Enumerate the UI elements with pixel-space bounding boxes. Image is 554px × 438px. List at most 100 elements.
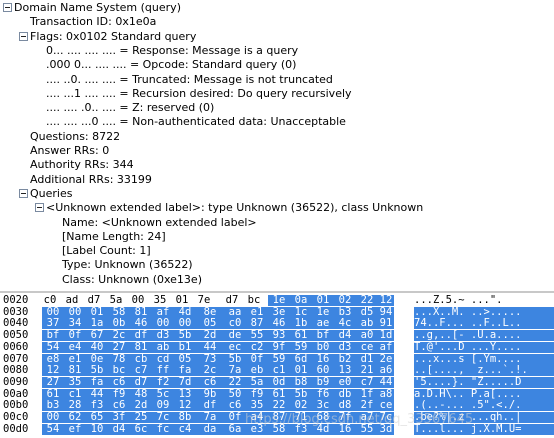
hex-ascii[interactable]: ...x...s [.Ym.... — [414, 353, 554, 365]
hex-byte[interactable]: 2d — [130, 400, 152, 412]
hex-ascii[interactable]: ..[...., z...`.!. — [414, 365, 554, 377]
hex-byte[interactable]: 87 — [246, 318, 268, 330]
hex-row[interactable]: 00a0 61 c1 44 f9 48 5c 13 9b 50 f9 61 5b f6 db 1f a8 a.D.… — [0, 388, 554, 400]
hex-byte[interactable]: 44 — [378, 376, 394, 388]
hex-byte[interactable]: b2 — [334, 353, 356, 365]
hex-byte[interactable]: 1b — [290, 318, 312, 330]
hex-ascii[interactable]: ...Z.5.~ ...". — [414, 295, 554, 306]
hex-byte[interactable]: bc — [246, 295, 262, 306]
hex-ascii[interactable]: .(..-... .5".<./. — [414, 400, 554, 412]
hex-byte[interactable]: 09 — [152, 400, 174, 412]
hex-byte[interactable]: eb — [246, 365, 268, 377]
hex-byte[interactable]: d7 — [86, 295, 102, 306]
hex-byte[interactable]: 3f — [108, 412, 130, 423]
hex-byte[interactable]: 35 — [246, 400, 268, 412]
hex-ascii[interactable]: ...X..M. ..>..... — [414, 306, 554, 318]
hex-byte[interactable]: 7d — [174, 376, 196, 388]
hex-byte[interactable]: 48 — [130, 388, 152, 400]
hex-byte[interactable]: 0a — [290, 295, 312, 306]
hex-byte[interactable]: 5b — [224, 353, 246, 365]
hex-byte[interactable]: a0 — [356, 330, 378, 342]
hex-byte[interactable]: af — [378, 341, 394, 353]
hex-byte[interactable]: 28 — [64, 400, 86, 412]
hex-byte[interactable]: 37 — [42, 318, 64, 330]
hex-byte[interactable]: a8 — [378, 388, 394, 400]
hex-byte[interactable]: f9 — [108, 388, 130, 400]
hex-byte[interactable]: aa — [224, 306, 246, 318]
collapse-toggle-icon[interactable] — [35, 203, 44, 213]
hex-byte[interactable]: 2f — [356, 400, 378, 412]
hex-byte[interactable]: b0 — [312, 341, 334, 353]
hex-byte[interactable]: d7 — [130, 376, 152, 388]
hex-byte[interactable]: 78 — [108, 353, 130, 365]
hex-byte[interactable]: 58 — [108, 306, 130, 318]
hex-byte[interactable]: 00 — [130, 295, 146, 306]
hex-byte[interactable]: 59 — [268, 353, 290, 365]
hex-byte[interactable]: 94 — [378, 306, 394, 318]
hex-byte[interactable]: 12 — [42, 365, 64, 377]
hex-byte[interactable]: 0f — [64, 330, 86, 342]
hex-byte[interactable]: c7 — [356, 376, 378, 388]
hex-byte[interactable]: d7 — [224, 295, 240, 306]
hex-byte[interactable]: d1 — [356, 353, 378, 365]
hex-byte[interactable]: bf — [312, 330, 334, 342]
collapse-toggle-icon[interactable] — [19, 188, 28, 198]
hex-byte[interactable]: 4c — [334, 318, 356, 330]
hex-byte[interactable]: 02 — [290, 400, 312, 412]
hex-byte[interactable]: 59 — [290, 341, 312, 353]
hex-byte[interactable]: c6 — [108, 376, 130, 388]
hex-byte[interactable]: 05 — [196, 318, 224, 330]
hex-byte[interactable]: 35 — [152, 295, 168, 306]
hex-byte[interactable]: 13 — [174, 388, 196, 400]
hex-byte[interactable]: fa — [174, 365, 196, 377]
hex-byte[interactable]: a6 — [378, 365, 394, 377]
hex-byte[interactable]: 22 — [356, 295, 378, 306]
hex-row[interactable]: 0030 00 00 01 58 81 af 4d 8e aa e1 3e 1c 1e b3 d5 94 ...X… — [0, 306, 554, 318]
hex-ascii[interactable]: 74..F... ..F..L.. — [414, 318, 554, 330]
hex-ascii[interactable]: a.D.H\.. P.a[.... — [414, 388, 554, 400]
hex-byte[interactable]: 02 — [334, 295, 356, 306]
hex-byte[interactable]: 1a — [86, 318, 108, 330]
hex-byte[interactable]: 6a — [224, 423, 246, 435]
hex-byte[interactable]: 1f — [356, 388, 378, 400]
hex-byte[interactable]: b9 — [312, 376, 334, 388]
hex-byte[interactable]: e1 — [246, 306, 268, 318]
hex-row[interactable]: 0070 e8 e1 0e 78 cb cd 05 73 5b 0f 59 6d 16 b2 d1 2e ...x… — [0, 353, 554, 365]
hex-byte[interactable]: af — [152, 306, 174, 318]
hex-byte[interactable]: c1 — [268, 365, 290, 377]
hex-byte[interactable]: df — [196, 400, 224, 412]
hex-byte[interactable]: 8b — [174, 412, 196, 423]
hex-byte[interactable]: c6 — [108, 400, 130, 412]
hex-byte[interactable]: 62 — [64, 412, 86, 423]
hex-byte[interactable]: 6c — [130, 423, 152, 435]
hex-byte[interactable]: ab — [152, 341, 174, 353]
hex-row[interactable]: 0040 37 34 1a 0b 46 00 00 05 c0 87 46 1b ae 4c ab 91 74..… — [0, 318, 554, 330]
hex-byte[interactable]: 10 — [86, 423, 108, 435]
hex-byte[interactable]: ff — [152, 365, 174, 377]
hex-byte[interactable]: ab — [356, 318, 378, 330]
hex-byte[interactable]: f9 — [246, 388, 268, 400]
hex-byte[interactable]: da — [196, 423, 224, 435]
hex-ascii[interactable]: T.@'...D ...Y.... — [414, 341, 554, 353]
hex-byte[interactable]: 00 — [42, 306, 64, 318]
hex-byte[interactable]: 00 — [42, 412, 64, 423]
hex-byte[interactable]: 01 — [86, 306, 108, 318]
hex-byte[interactable]: 0d — [268, 376, 290, 388]
hex-row[interactable]: 0080 12 81 5b bc c7 ff fa 2c 7a eb c1 01 60 13 21 a6 ..[.… — [0, 365, 554, 377]
hex-byte[interactable]: 5b — [174, 330, 196, 342]
hex-byte[interactable]: 54 — [42, 423, 64, 435]
hex-byte[interactable]: 2c — [108, 330, 130, 342]
hex-byte[interactable]: 93 — [268, 330, 290, 342]
hex-byte[interactable]: 2c — [196, 365, 224, 377]
hex-byte[interactable]: ad — [64, 295, 80, 306]
hex-byte[interactable]: d3 — [152, 330, 174, 342]
hex-byte[interactable]: 46 — [268, 318, 290, 330]
collapse-toggle-icon[interactable] — [19, 31, 28, 41]
hex-byte[interactable]: 22 — [224, 376, 246, 388]
hex-byte[interactable]: bf — [42, 330, 64, 342]
hex-byte[interactable]: d5 — [356, 306, 378, 318]
hex-byte[interactable]: cb — [130, 353, 152, 365]
hex-byte[interactable]: fc — [152, 423, 174, 435]
hex-byte[interactable]: 01 — [174, 295, 190, 306]
hex-byte[interactable]: 61 — [42, 388, 64, 400]
